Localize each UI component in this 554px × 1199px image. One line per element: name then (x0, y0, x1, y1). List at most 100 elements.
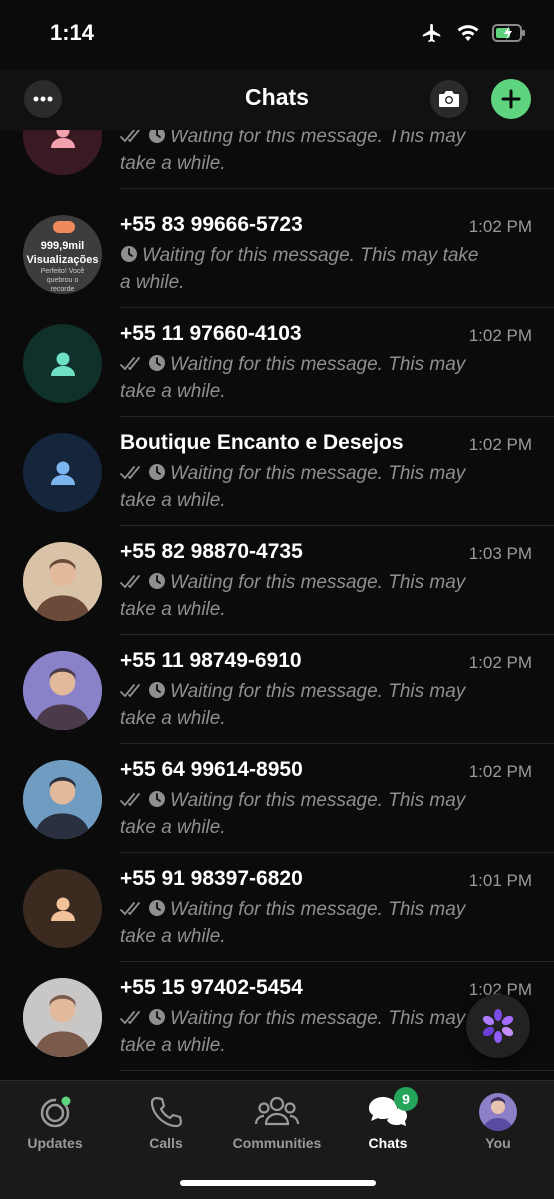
avatar[interactable] (23, 760, 102, 839)
clock-icon (149, 791, 165, 807)
chat-time: 1:02 PM (468, 762, 532, 781)
default-avatar-icon[interactable] (23, 433, 102, 512)
tab-chats[interactable]: 9 Chats (338, 1087, 438, 1151)
chat-preview: Waiting for this message. This may take … (120, 569, 490, 623)
chat-name: +55 91 98397-6820 (120, 867, 303, 890)
clock-icon (149, 130, 165, 143)
chat-preview: Waiting for this message. This may take … (120, 242, 490, 296)
clock-icon (149, 900, 165, 916)
double-check-icon (120, 1011, 140, 1025)
avatar[interactable] (23, 542, 102, 621)
calls-icon (150, 1096, 183, 1128)
chat-preview-text: Waiting for this message. This may take … (120, 1008, 466, 1056)
chat-name: +55 15 97402-5454 (120, 976, 303, 999)
contact-photo (23, 651, 102, 730)
meta-ai-icon (482, 1009, 514, 1043)
meta-ai-button[interactable] (466, 994, 530, 1058)
chat-preview: Waiting for this message. This may take … (120, 351, 490, 405)
tab-label: You (485, 1135, 511, 1151)
profile-avatar (479, 1093, 517, 1131)
clock-icon (121, 246, 137, 262)
chat-preview-text: Waiting for this message. This may take … (120, 130, 466, 174)
double-check-icon (120, 357, 140, 371)
contact-photo (23, 760, 102, 839)
camera-icon (439, 91, 459, 107)
camera-button[interactable] (430, 80, 468, 118)
battery-icon (492, 24, 525, 42)
double-check-icon (120, 793, 140, 807)
chat-name: +55 64 99614-8950 (120, 758, 303, 781)
unread-badge: 9 (394, 1087, 418, 1111)
default-avatar-icon[interactable] (23, 324, 102, 403)
chat-preview-text: Waiting for this message. This may take … (120, 245, 479, 293)
chat-time: 1:03 PM (468, 544, 532, 563)
contact-photo (23, 542, 102, 621)
chat-row[interactable]: +55 11 98749-6910 1:02 PM Waiting for this… (0, 635, 554, 744)
chat-preview-text: Waiting for this message. This may take … (120, 899, 466, 947)
chat-preview: Waiting for this message. This may take … (120, 130, 490, 177)
chat-time: 1:02 PM (468, 326, 532, 345)
chat-name: +55 82 98870-4735 (120, 540, 303, 563)
chat-time: 1:01 PM (468, 871, 532, 890)
chat-preview-text: Waiting for this message. This may take … (120, 463, 466, 511)
chat-row[interactable]: +55 91 98397-6820 1:01 PM Waiting for this… (0, 853, 554, 962)
chat-name: Boutique Encanto e Desejos (120, 431, 404, 454)
home-indicator (180, 1180, 376, 1186)
chat-name: +55 11 97660-4103 (120, 322, 302, 345)
chat-row[interactable]: +55 11 97660-4103 1:02 PM Waiting for this… (0, 308, 554, 417)
chat-preview-text: Waiting for this message. This may take … (120, 354, 466, 402)
tab-label: Chats (368, 1135, 408, 1151)
person-icon (50, 461, 75, 485)
default-avatar-icon[interactable] (23, 130, 102, 175)
chat-preview: Waiting for this message. This may take … (120, 460, 490, 514)
chat-preview-text: Waiting for this message. This may take … (120, 572, 466, 620)
avatar[interactable]: 999,9mil Visualizações Perfeito! Você queb… (23, 215, 102, 294)
airplane-icon (422, 23, 441, 43)
double-check-icon (120, 130, 140, 143)
chat-row[interactable]: 999,9mil Visualizações Perfeito! Você queb… (0, 199, 554, 308)
chat-time: 1:02 PM (468, 217, 532, 236)
tab-updates[interactable]: Updates (5, 1091, 105, 1151)
new-chat-button[interactable] (491, 79, 531, 119)
header: Chats (0, 70, 554, 130)
communities-icon (254, 1096, 300, 1126)
chat-time: 1:02 PM (468, 435, 532, 454)
chat-time: 1:02 PM (468, 653, 532, 672)
avatar-text-line: Visualizações (26, 254, 99, 266)
avatar[interactable] (23, 651, 102, 730)
chat-preview: Waiting for this message. This may take … (120, 1005, 490, 1059)
tab-communities[interactable]: Communities (222, 1091, 332, 1151)
status-icons (420, 22, 526, 44)
plus-icon (501, 89, 521, 109)
chat-row[interactable]: Boutique Encanto e Desejos 1:02 PM Waiting… (0, 417, 554, 526)
clock-icon (149, 682, 165, 698)
chat-row[interactable]: Waiting for this message. This may take … (0, 130, 554, 189)
chat-row[interactable]: +55 82 98870-4735 1:03 PM Waiting for this… (0, 526, 554, 635)
person-icon (50, 130, 75, 148)
contact-photo (23, 978, 102, 1057)
default-avatar-icon[interactable] (23, 869, 102, 948)
tab-you[interactable]: You (448, 1091, 548, 1151)
double-check-icon (120, 684, 140, 698)
clock-icon (149, 1009, 165, 1025)
person-icon (50, 352, 75, 376)
chat-row[interactable]: +55 64 99614-8950 1:02 PM Waiting for this… (0, 744, 554, 853)
chat-preview: Waiting for this message. This may take … (120, 896, 490, 950)
clock-icon (149, 573, 165, 589)
double-check-icon (120, 575, 140, 589)
row-divider (120, 188, 554, 189)
double-check-icon (120, 466, 140, 480)
tab-calls[interactable]: Calls (116, 1091, 216, 1151)
clock-icon (149, 355, 165, 371)
avatar-decoration (53, 221, 75, 233)
row-divider (120, 1070, 554, 1071)
updates-icon (40, 1096, 71, 1128)
person-icon (50, 897, 75, 921)
chat-list: Waiting for this message. This may take … (0, 130, 554, 1080)
avatar-text-line: Perfeito! Você quebrou o recorde (40, 268, 85, 293)
chat-preview: Waiting for this message. This may take … (120, 678, 490, 732)
tab-label: Communities (232, 1135, 322, 1151)
avatar[interactable] (23, 978, 102, 1057)
tab-label: Calls (149, 1135, 183, 1151)
avatar-text-line: 999,9mil (40, 240, 85, 252)
